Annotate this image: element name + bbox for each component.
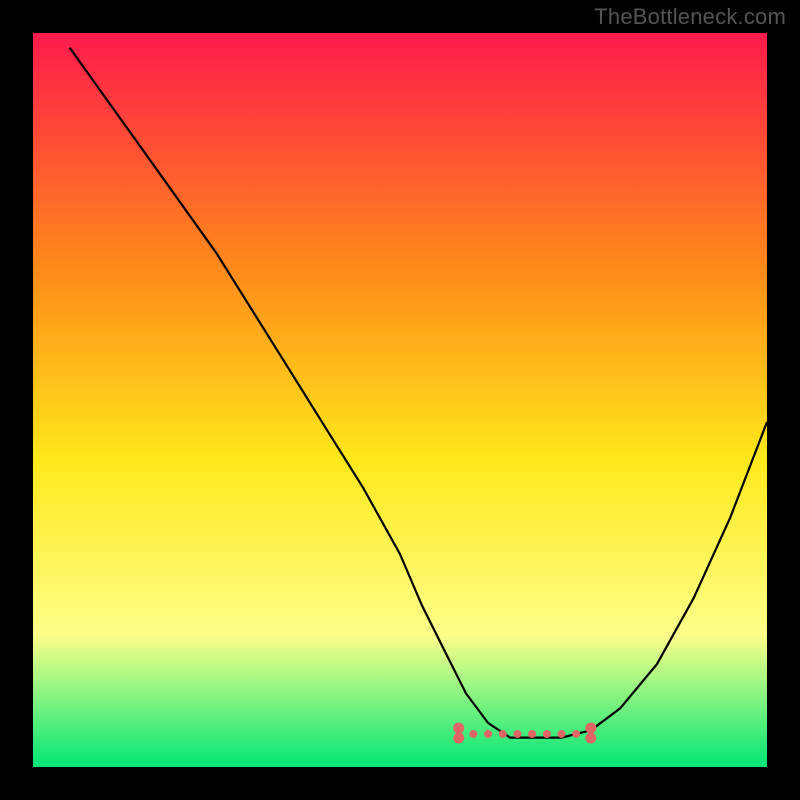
marker-dot <box>453 722 464 733</box>
marker-dot <box>528 730 536 738</box>
marker-dot <box>513 730 521 738</box>
watermark-text: TheBottleneck.com <box>594 4 786 30</box>
heatmap-background <box>33 33 767 767</box>
marker-dot <box>469 730 477 738</box>
marker-dot <box>572 730 580 738</box>
marker-dot <box>585 722 596 733</box>
marker-dot <box>543 730 551 738</box>
marker-dot <box>585 732 596 743</box>
marker-dot <box>453 732 464 743</box>
marker-dot <box>499 730 507 738</box>
chart-frame: TheBottleneck.com <box>0 0 800 800</box>
bottleneck-chart <box>0 0 800 800</box>
marker-dot <box>557 730 565 738</box>
marker-dot <box>484 730 492 738</box>
